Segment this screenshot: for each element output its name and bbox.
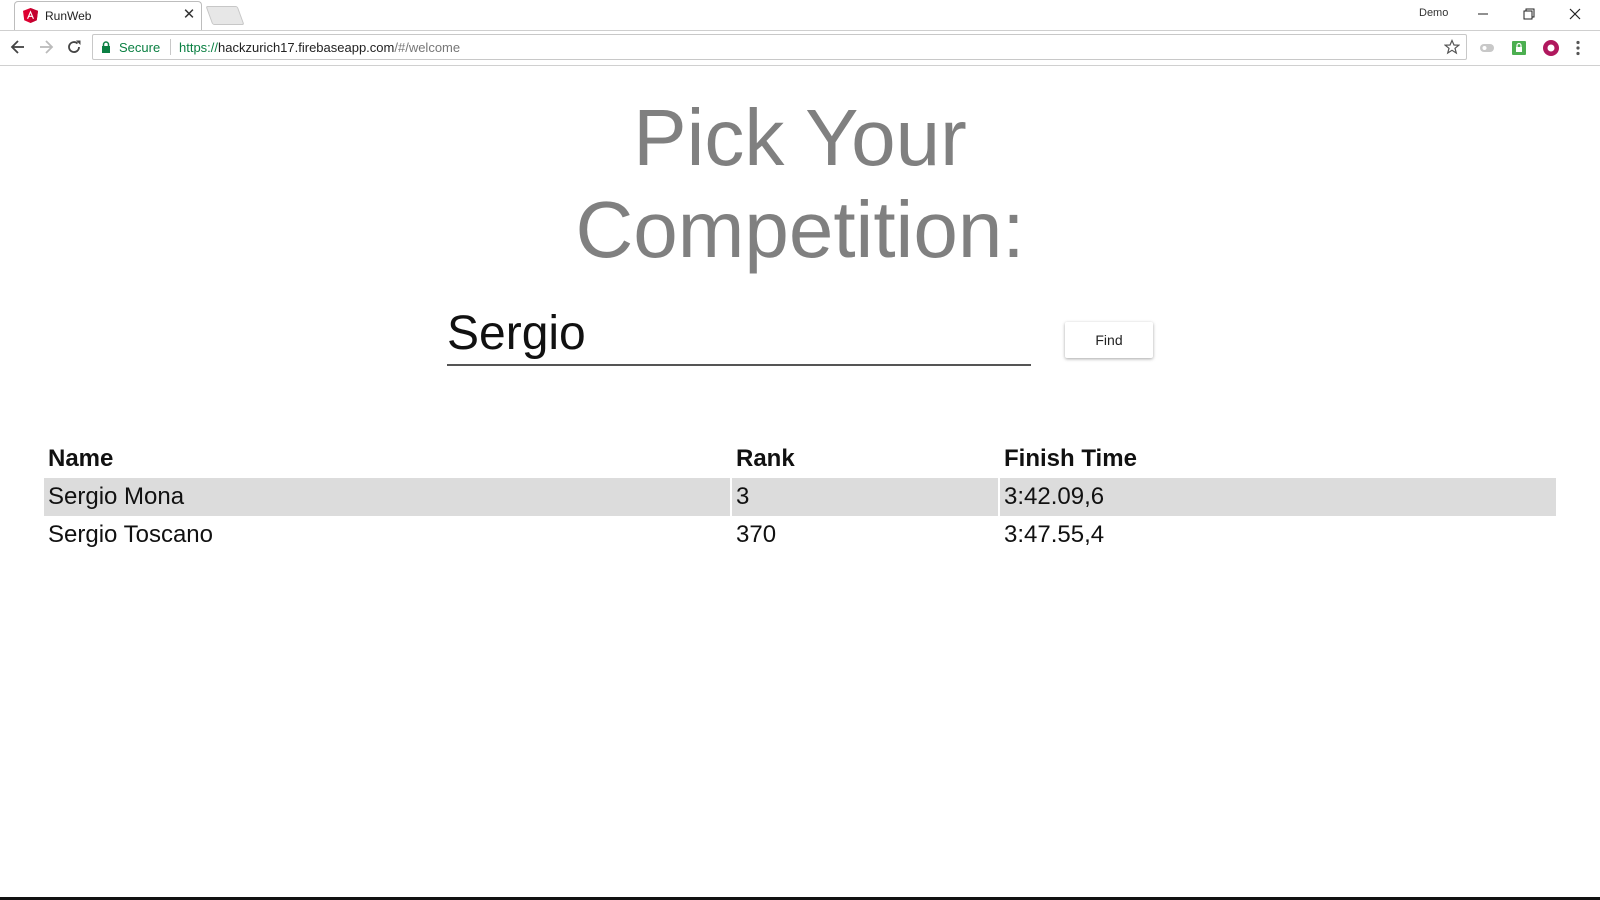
- url-host: hackzurich17.firebaseapp.com: [218, 40, 395, 55]
- minimize-button[interactable]: [1460, 0, 1506, 28]
- angular-icon: [23, 8, 38, 23]
- minimize-icon: [1478, 13, 1488, 15]
- extension-pink-circle-icon[interactable]: [1542, 39, 1560, 57]
- cell-finish-time: 3:47.55,4: [1004, 521, 1105, 548]
- url-text[interactable]: https://hackzurich17.firebaseapp.com/#/w…: [179, 40, 460, 55]
- cell-finish-time: 3:42.09,6: [1000, 478, 1556, 516]
- tab-strip: RunWeb ✕ Demo: [0, 0, 1600, 31]
- address-bar[interactable]: Secure https://hackzurich17.firebaseapp.…: [92, 34, 1467, 60]
- omnibox-divider: [170, 39, 171, 55]
- url-scheme: https://: [179, 40, 219, 55]
- back-arrow-icon: [10, 40, 24, 54]
- close-icon: [1569, 8, 1581, 20]
- secure-label: Secure: [119, 40, 161, 55]
- tab-runweb[interactable]: RunWeb ✕: [14, 1, 202, 30]
- column-header-name: Name: [48, 445, 114, 472]
- browser-menu-icon[interactable]: [1574, 39, 1582, 57]
- cell-rank: 370: [736, 521, 777, 548]
- table-row[interactable]: Sergio Mona 3 3:42.09,6: [44, 478, 1556, 516]
- new-tab-button[interactable]: [205, 6, 245, 25]
- url-path: /#/welcome: [394, 40, 461, 55]
- cell-rank: 3: [732, 478, 998, 516]
- forward-arrow-icon: [40, 40, 54, 54]
- column-header-finish-time: Finish Time: [1004, 445, 1137, 472]
- restore-button[interactable]: [1506, 0, 1552, 28]
- reload-icon: [68, 40, 81, 53]
- profile-name[interactable]: Demo: [1419, 7, 1448, 19]
- extension-gray-icon[interactable]: [1478, 39, 1496, 57]
- lock-icon: [102, 41, 110, 53]
- extension-green-lock-icon[interactable]: [1510, 39, 1528, 57]
- browser-toolbar: Secure https://hackzurich17.firebaseapp.…: [0, 31, 1600, 66]
- page-title: Pick Your Competition:: [0, 92, 1600, 276]
- results-table: Name Rank Finish Time Sergio Mona 3 3:42…: [42, 440, 1558, 554]
- column-header-rank: Rank: [736, 445, 795, 472]
- tab-title: RunWeb: [45, 9, 92, 23]
- table-row[interactable]: Sergio Toscano 370 3:47.55,4: [44, 516, 1556, 554]
- table-header-row: Name Rank Finish Time: [44, 440, 1556, 478]
- close-tab-icon[interactable]: ✕: [180, 6, 198, 24]
- bookmark-star-icon[interactable]: [1444, 39, 1460, 55]
- competitor-search-input[interactable]: [447, 302, 1031, 366]
- cell-name: Sergio Mona: [44, 478, 730, 516]
- find-button[interactable]: Find: [1065, 322, 1153, 358]
- forward-button[interactable]: [34, 35, 58, 59]
- page-title-line-1: Pick Your: [633, 93, 967, 182]
- restore-icon: [1523, 8, 1535, 20]
- reload-button[interactable]: [62, 35, 86, 59]
- close-window-button[interactable]: [1552, 0, 1598, 28]
- page-title-line-2: Competition:: [575, 185, 1025, 274]
- cell-name: Sergio Toscano: [48, 521, 213, 548]
- back-button[interactable]: [6, 35, 30, 59]
